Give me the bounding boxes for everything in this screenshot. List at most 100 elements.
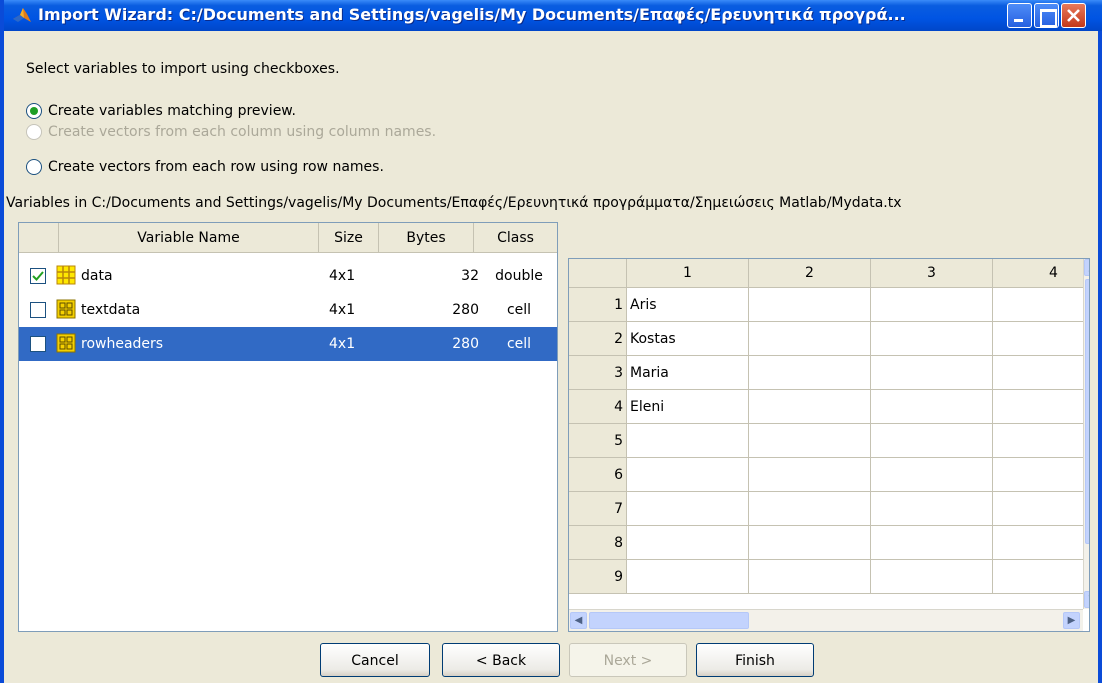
horizontal-scrollbar[interactable]: ◀ ▶ <box>569 609 1083 631</box>
grid-cell[interactable] <box>993 356 1089 390</box>
vertical-scroll-thumb[interactable] <box>1085 279 1089 544</box>
matrix-grid-icon <box>56 265 76 285</box>
grid-cell[interactable] <box>993 560 1089 594</box>
finish-button[interactable]: Finish <box>696 643 814 677</box>
variable-checkbox[interactable] <box>30 302 46 318</box>
radio-button[interactable] <box>26 103 42 119</box>
option-label: Create vectors from each column using co… <box>48 124 437 140</box>
grid-row-header[interactable]: 4 <box>569 390 627 424</box>
grid-cell[interactable]: Kostas <box>627 322 749 356</box>
variable-row-rowheaders[interactable]: rowheaders 4x1 280 cell <box>19 327 557 361</box>
title-bar[interactable]: Import Wizard: C:/Documents and Settings… <box>4 0 1102 31</box>
variable-checkbox[interactable] <box>30 336 46 352</box>
grid-cell[interactable]: Aris <box>627 288 749 322</box>
grid-row-header[interactable]: 6 <box>569 458 627 492</box>
grid-cell[interactable]: Eleni <box>627 390 749 424</box>
option-create-variables[interactable]: Create variables matching preview. <box>26 101 296 121</box>
cancel-button[interactable]: Cancel <box>320 643 430 677</box>
close-button[interactable] <box>1061 3 1086 28</box>
grid-cell[interactable] <box>871 424 993 458</box>
grid-column-header[interactable]: 2 <box>749 259 871 288</box>
option-vectors-columns: Create vectors from each column using co… <box>26 122 436 142</box>
scroll-left-arrow-icon[interactable]: ◀ <box>570 612 587 629</box>
grid-cell[interactable] <box>871 322 993 356</box>
option-label: Create variables matching preview. <box>48 103 296 119</box>
variables-table: Variable Name Size Bytes Class data 4x1 … <box>18 222 558 632</box>
grid-cell[interactable] <box>871 390 993 424</box>
variable-bytes: 280 <box>452 336 479 352</box>
grid-row-header[interactable]: 8 <box>569 526 627 560</box>
grid-cell[interactable] <box>749 458 871 492</box>
grid-cell[interactable] <box>749 492 871 526</box>
back-button[interactable]: < Back <box>442 643 560 677</box>
maximize-button[interactable] <box>1034 3 1059 28</box>
grid-cell[interactable] <box>993 288 1089 322</box>
minimize-button[interactable] <box>1007 3 1032 28</box>
grid-cell[interactable] <box>993 390 1089 424</box>
variable-row-textdata[interactable]: textdata 4x1 280 cell <box>19 293 557 327</box>
import-wizard-window: Import Wizard: C:/Documents and Settings… <box>0 0 1102 683</box>
grid-cell[interactable] <box>749 526 871 560</box>
grid-cell[interactable] <box>627 424 749 458</box>
variable-class: cell <box>506 302 532 318</box>
grid-row-header[interactable]: 5 <box>569 424 627 458</box>
grid-cell[interactable] <box>871 492 993 526</box>
column-header-class[interactable]: Class <box>474 223 557 253</box>
grid-cell[interactable] <box>627 560 749 594</box>
horizontal-scroll-thumb[interactable] <box>589 612 749 629</box>
variables-table-header: Variable Name Size Bytes Class <box>19 223 557 253</box>
grid-cell[interactable] <box>749 560 871 594</box>
radio-button[interactable] <box>26 159 42 175</box>
grid-cell[interactable] <box>993 492 1089 526</box>
grid-row-header[interactable]: 1 <box>569 288 627 322</box>
scroll-up-arrow-icon[interactable]: ▲ <box>1084 259 1089 276</box>
grid-row-header[interactable]: 7 <box>569 492 627 526</box>
grid-row-header[interactable]: 2 <box>569 322 627 356</box>
grid-row-header[interactable]: 9 <box>569 560 627 594</box>
grid-cell[interactable] <box>993 458 1089 492</box>
option-vectors-rows[interactable]: Create vectors from each row using row n… <box>26 157 384 177</box>
column-header-bytes[interactable]: Bytes <box>379 223 474 253</box>
variable-row-data[interactable]: data 4x1 32 double <box>19 259 557 293</box>
checkbox-column-header[interactable] <box>19 223 59 253</box>
grid-cell[interactable] <box>749 322 871 356</box>
grid-cell[interactable] <box>871 288 993 322</box>
cell-array-icon <box>56 299 76 319</box>
grid-column-header[interactable]: 4 <box>993 259 1089 288</box>
grid-cell[interactable] <box>993 322 1089 356</box>
column-header-size[interactable]: Size <box>319 223 379 253</box>
next-button: Next > <box>569 643 687 677</box>
grid-column-header[interactable]: 1 <box>627 259 749 288</box>
grid-row-header[interactable]: 3 <box>569 356 627 390</box>
grid-cell[interactable] <box>749 356 871 390</box>
preview-grid[interactable]: 12341Aris2Kostas3Maria4Eleni56789 ▲ ▼ ◀ … <box>568 258 1090 632</box>
grid-column-header[interactable]: 3 <box>871 259 993 288</box>
radio-button <box>26 124 42 140</box>
variable-class: double <box>495 268 543 284</box>
grid-cell[interactable] <box>627 492 749 526</box>
grid-cell[interactable] <box>627 458 749 492</box>
close-icon <box>1067 9 1080 22</box>
scroll-right-arrow-icon[interactable]: ▶ <box>1063 612 1080 629</box>
vertical-scrollbar[interactable]: ▲ ▼ <box>1083 259 1089 609</box>
variable-checkbox[interactable] <box>30 268 46 284</box>
grid-cell[interactable] <box>749 288 871 322</box>
grid-cell[interactable]: Maria <box>627 356 749 390</box>
grid-cell[interactable] <box>749 390 871 424</box>
variable-name: data <box>81 268 113 284</box>
grid-cell[interactable] <box>993 424 1089 458</box>
column-header-name[interactable]: Variable Name <box>59 223 319 253</box>
grid-cell[interactable] <box>627 526 749 560</box>
checkmark-icon <box>32 271 44 281</box>
variable-class: cell <box>506 336 532 352</box>
grid-cell[interactable] <box>993 526 1089 560</box>
grid-cell[interactable] <box>749 424 871 458</box>
variable-name: rowheaders <box>81 336 164 352</box>
grid-cell[interactable] <box>871 458 993 492</box>
grid-cell[interactable] <box>871 356 993 390</box>
grid-cell[interactable] <box>871 560 993 594</box>
grid-cell[interactable] <box>871 526 993 560</box>
variable-name: textdata <box>81 302 141 318</box>
scroll-down-arrow-icon[interactable]: ▼ <box>1084 591 1089 608</box>
matlab-logo-icon <box>13 8 31 22</box>
